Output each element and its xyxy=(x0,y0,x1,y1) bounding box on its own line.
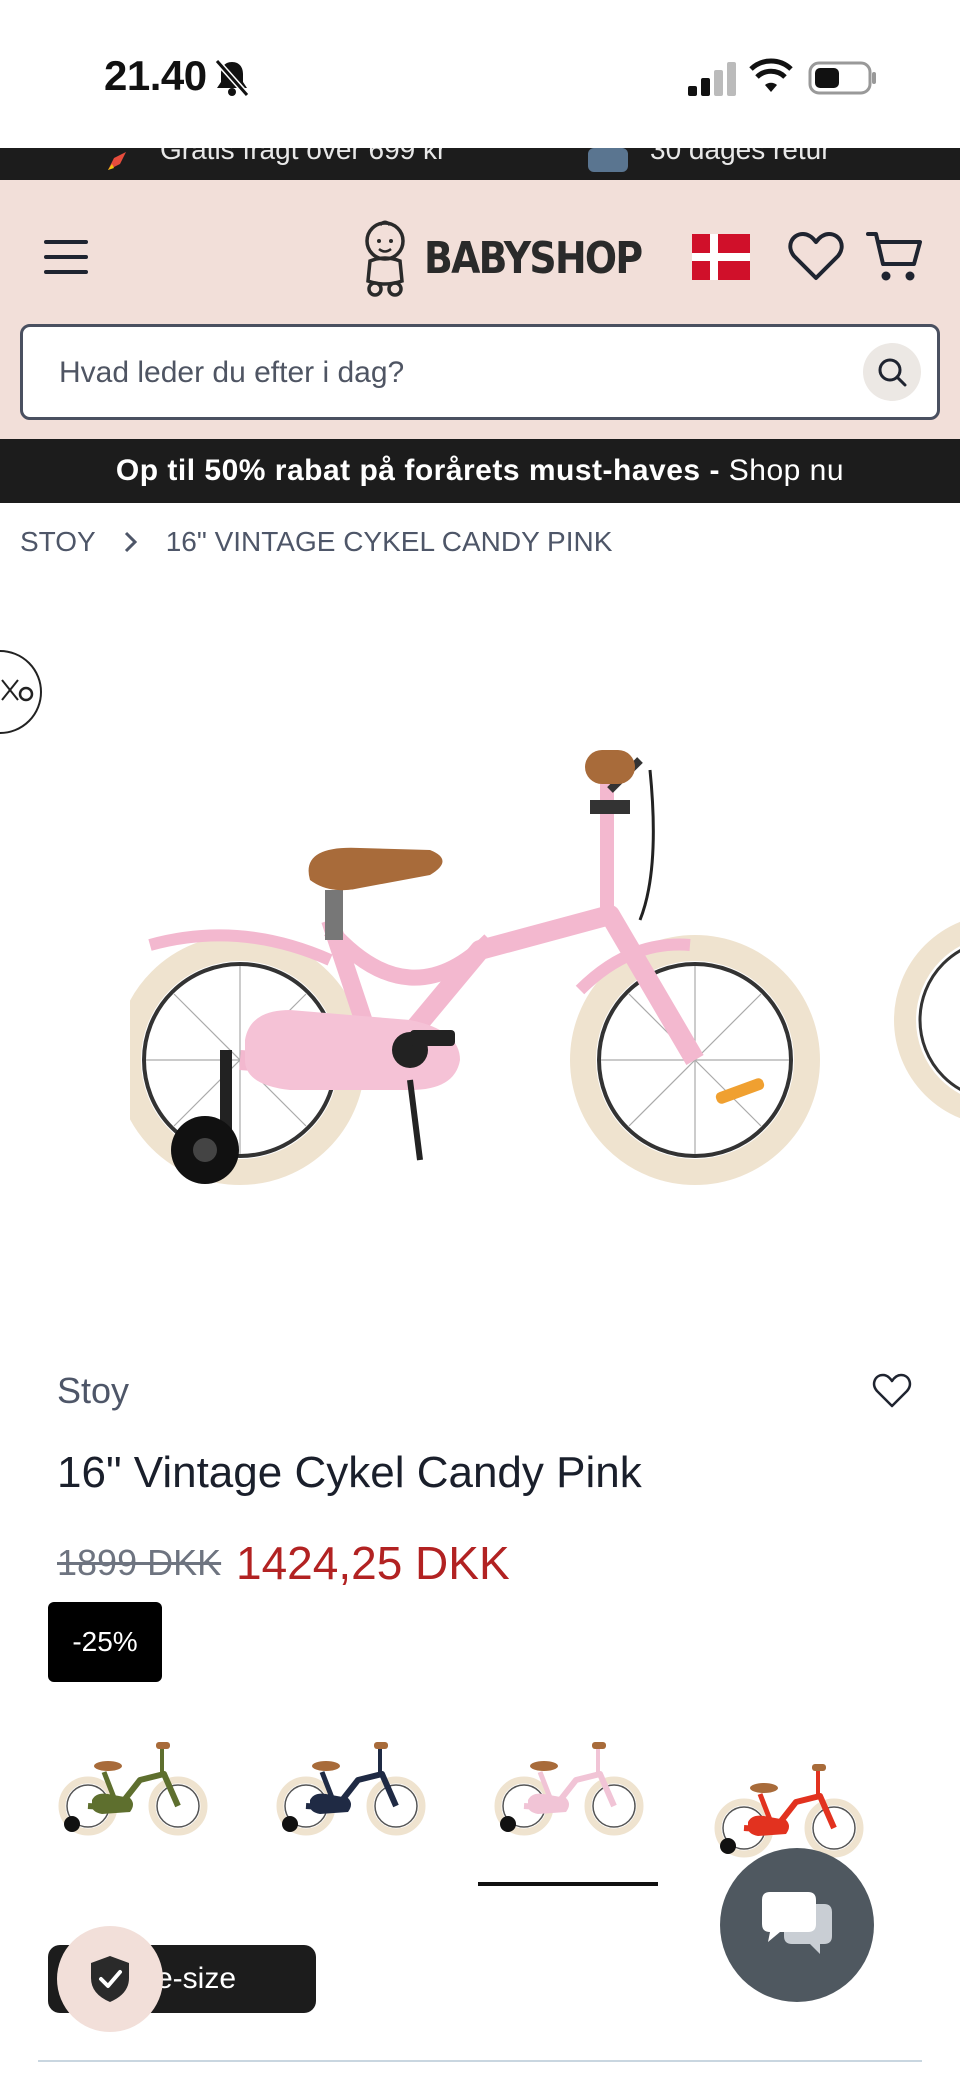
status-time: 21.40 xyxy=(104,52,207,99)
variant-candy-pink[interactable] xyxy=(488,1728,652,1848)
section-divider xyxy=(38,2060,922,2062)
bike-product-image xyxy=(130,750,820,1185)
site-header: BABYSHOP xyxy=(0,180,960,439)
menu-icon[interactable] xyxy=(44,240,88,274)
baby-logo-icon xyxy=(365,220,405,297)
bell-slash-icon xyxy=(214,58,250,98)
search-button[interactable] xyxy=(863,343,921,401)
promo-text-shipping: Gratis fragt over 699 kr xyxy=(160,148,447,165)
price-sale: 1424,25 DKK xyxy=(236,1537,510,1589)
next-image-preview xyxy=(894,921,960,1119)
price-original: 1899 DKK xyxy=(57,1542,222,1583)
product-brand[interactable]: Stoy xyxy=(57,1370,129,1412)
breadcrumb: STOY 16" VINTAGE CYKEL CANDY PINK xyxy=(20,526,612,558)
signal-icon xyxy=(688,62,736,96)
shield-check-icon xyxy=(91,1956,129,2002)
battery-icon xyxy=(808,61,876,95)
variant-green[interactable] xyxy=(52,1728,216,1848)
promo-strip: Gratis fragt over 699 kr 30 dages retur xyxy=(0,148,960,180)
chevron-right-icon xyxy=(124,531,137,553)
variant-navy[interactable] xyxy=(270,1728,434,1848)
sale-banner[interactable]: Op til 50% rabat på forårets must-haves … xyxy=(0,439,960,503)
sale-banner-text: Op til 50% rabat på forårets must-haves … xyxy=(115,454,720,487)
product-title: 16" Vintage Cykel Candy Pink xyxy=(57,1448,642,1497)
wifi-icon xyxy=(749,58,793,92)
logo-text: BABYSHOP xyxy=(424,232,643,284)
eco-badge-icon xyxy=(0,650,42,734)
status-bar: 21.40 xyxy=(0,0,960,148)
search-box xyxy=(20,324,940,420)
chat-button[interactable] xyxy=(720,1848,874,2002)
discount-badge: -25% xyxy=(48,1602,162,1682)
heart-icon[interactable] xyxy=(788,230,844,282)
rocket-icon xyxy=(108,152,126,170)
sale-banner-link[interactable]: Shop nu xyxy=(729,454,844,487)
flag-dk-icon[interactable] xyxy=(692,234,750,280)
search-icon xyxy=(878,358,907,387)
box-icon xyxy=(588,148,628,172)
breadcrumb-product[interactable]: 16" VINTAGE CYKEL CANDY PINK xyxy=(166,526,613,558)
breadcrumb-brand[interactable]: STOY xyxy=(20,526,96,558)
trust-shield-badge[interactable] xyxy=(57,1926,163,2032)
site-logo[interactable]: BABYSHOP xyxy=(358,218,677,298)
chat-bubbles-icon xyxy=(762,1892,832,1954)
promo-text-returns: 30 dages retur xyxy=(650,148,831,165)
search-input[interactable] xyxy=(59,351,839,395)
wishlist-heart-icon[interactable] xyxy=(872,1372,912,1410)
cart-icon[interactable] xyxy=(866,228,922,284)
product-gallery[interactable] xyxy=(0,590,960,1310)
selected-variant-indicator xyxy=(478,1882,658,1886)
